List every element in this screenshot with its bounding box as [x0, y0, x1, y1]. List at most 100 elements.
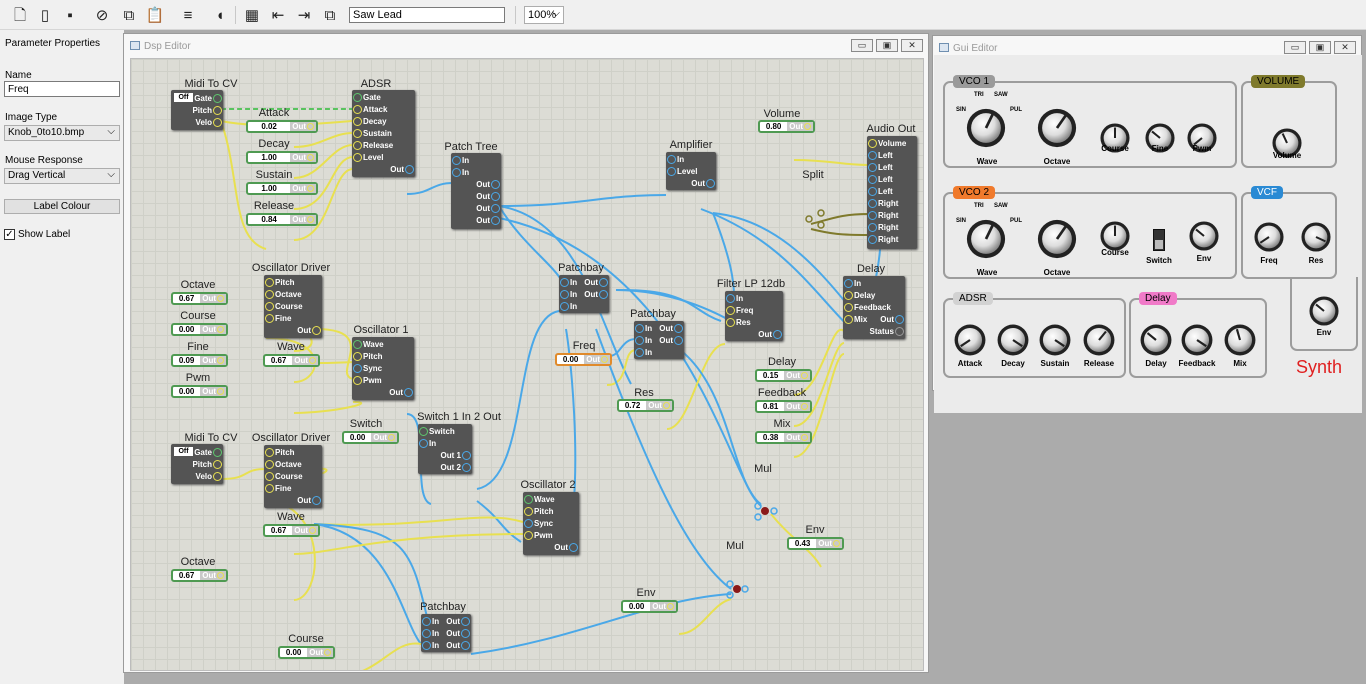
out-pin[interactable] — [217, 326, 224, 333]
pin-feedback[interactable]: Feedback — [843, 303, 891, 312]
show-label-checkbox[interactable]: ✓ Show Label — [4, 229, 70, 240]
pin-in[interactable]: In — [421, 617, 439, 626]
pin-in[interactable]: In — [559, 302, 577, 311]
adsr-sustain-knob[interactable] — [1038, 323, 1072, 357]
pin-pitch[interactable]: Pitch — [264, 278, 295, 287]
vcf-freq-knob[interactable] — [1253, 221, 1285, 253]
pin-pitch[interactable]: Pitch — [192, 460, 223, 469]
pin-sync[interactable]: Sync — [352, 364, 382, 373]
close-button[interactable]: ✕ — [901, 39, 923, 52]
out-pin[interactable] — [309, 357, 316, 364]
pin-in[interactable]: In — [559, 278, 577, 287]
module-audio-out[interactable]: Volume Left Left Left Left Right Right R… — [867, 136, 917, 249]
minimize-button[interactable]: ▭ — [851, 39, 873, 52]
vco2-env-knob[interactable] — [1188, 220, 1220, 252]
pin-fine[interactable]: Fine — [264, 314, 291, 323]
pin-pwm[interactable]: Pwm — [352, 376, 382, 385]
duplicate-icon[interactable]: ⧉ — [320, 5, 340, 25]
out-pin[interactable] — [804, 123, 811, 130]
out-pin[interactable] — [307, 185, 314, 192]
pin-out-2[interactable]: Out 2 — [441, 463, 472, 472]
adsr-attack-knob[interactable] — [953, 323, 987, 357]
delay-delay-knob[interactable] — [1139, 323, 1173, 357]
pin-decay[interactable]: Decay — [352, 117, 387, 126]
pin-pitch[interactable]: Pitch — [523, 507, 554, 516]
pin-out[interactable]: Out — [554, 543, 579, 552]
value-box-env-1[interactable]: 0.43 Out — [787, 537, 844, 550]
close-button[interactable]: ✕ — [1334, 41, 1356, 54]
value-box-decay[interactable]: 1.00 Out — [246, 151, 318, 164]
out-pin[interactable] — [307, 154, 314, 161]
value-box-octave-2[interactable]: 0.67 Out — [171, 569, 228, 582]
value-box-wave-1[interactable]: 0.67 Out — [263, 354, 320, 367]
dsp-canvas[interactable]: Midi To CV Off Gate Pitch Velo ADSR Gate… — [130, 58, 924, 671]
export-icon[interactable]: ⇥ — [294, 5, 314, 25]
pin-freq[interactable]: Freq — [725, 306, 753, 315]
pin-in[interactable]: In — [418, 439, 436, 448]
pin-gate[interactable]: Gate — [352, 93, 381, 102]
mouse-response-select[interactable]: Drag Vertical ⌵ — [4, 168, 120, 184]
out-pin[interactable] — [801, 372, 808, 379]
pin-out[interactable]: Out — [476, 192, 501, 201]
pin-mix[interactable]: Mix — [843, 315, 867, 324]
module-amplifier[interactable]: In Level Out — [666, 152, 716, 190]
pin-out-1[interactable]: Out 1 — [441, 451, 472, 460]
pin-pitch[interactable]: Pitch — [264, 448, 295, 457]
pin-out[interactable]: Out — [584, 278, 609, 287]
pin-in[interactable]: In — [666, 155, 684, 164]
module-midi-to-cv-2[interactable]: Off Gate Pitch Velo — [171, 444, 223, 484]
pin-in[interactable]: In — [725, 294, 743, 303]
pin-level[interactable]: Level — [352, 153, 383, 162]
pin-left[interactable]: Left — [867, 151, 893, 160]
audio-icon[interactable]: ◖ — [210, 5, 230, 25]
pin-out[interactable]: Out — [659, 336, 684, 345]
pin-in[interactable]: In — [421, 641, 439, 650]
module-patchbay-3[interactable]: In Out In Out In Out — [421, 614, 471, 652]
vco1-octave-knob[interactable] — [1036, 107, 1078, 149]
pin-in[interactable]: In — [559, 290, 577, 299]
value-box-env-2[interactable]: 0.00 Out — [621, 600, 678, 613]
new-file-icon[interactable]: 🗋 — [10, 5, 30, 25]
adsr-decay-knob[interactable] — [996, 323, 1030, 357]
vcf-env-knob[interactable] — [1308, 295, 1340, 327]
out-pin[interactable] — [663, 402, 670, 409]
vco2-switch-toggle[interactable] — [1153, 229, 1165, 251]
pin-release[interactable]: Release — [352, 141, 393, 150]
pin-out[interactable]: Out — [446, 617, 471, 626]
grid-icon[interactable]: ▦ — [242, 5, 262, 25]
pin-res[interactable]: Res — [725, 318, 751, 327]
value-box-volume[interactable]: 0.80 Out — [758, 120, 815, 133]
value-box-fine-1[interactable]: 0.09 Out — [171, 354, 228, 367]
pin-in[interactable]: In — [451, 156, 469, 165]
value-box-pwm[interactable]: 0.00 Out — [171, 385, 228, 398]
pin-out[interactable]: Out — [389, 388, 414, 397]
pin-right[interactable]: Right — [867, 211, 898, 220]
pin-pitch[interactable]: Pitch — [352, 352, 383, 361]
copy-icon[interactable]: ⧉ — [119, 5, 139, 25]
pin-level[interactable]: Level — [666, 167, 697, 176]
import-icon[interactable]: ⇤ — [268, 5, 288, 25]
minimize-button[interactable]: ▭ — [1284, 41, 1306, 54]
out-pin[interactable] — [217, 295, 224, 302]
pin-volume[interactable]: Volume — [867, 139, 906, 148]
pin-in[interactable]: In — [843, 279, 861, 288]
image-type-select[interactable]: Knob_0to10.bmp ⌵ — [4, 125, 120, 141]
off-button[interactable]: Off — [174, 447, 193, 456]
value-box-octave-1[interactable]: 0.67 Out — [171, 292, 228, 305]
pin-out[interactable]: Out — [880, 315, 905, 324]
module-delay[interactable]: In Delay Feedback Mix Out Status — [843, 276, 905, 339]
out-pin[interactable] — [601, 356, 608, 363]
out-pin[interactable] — [801, 434, 808, 441]
module-oscillator-driver-2[interactable]: Pitch Octave Course Fine Out — [264, 445, 322, 508]
pin-right[interactable]: Right — [867, 235, 898, 244]
pin-sync[interactable]: Sync — [523, 519, 553, 528]
pin-in[interactable]: In — [421, 629, 439, 638]
name-field[interactable] — [4, 81, 120, 97]
vco2-wave-knob[interactable] — [965, 218, 1007, 260]
pin-in[interactable]: In — [451, 168, 469, 177]
value-box-course-1[interactable]: 0.00 Out — [171, 323, 228, 336]
out-pin[interactable] — [667, 603, 674, 610]
patch-name-input[interactable] — [349, 7, 505, 23]
module-patch-tree[interactable]: In In Out Out Out Out — [451, 153, 501, 229]
maximize-button[interactable]: ▣ — [876, 39, 898, 52]
